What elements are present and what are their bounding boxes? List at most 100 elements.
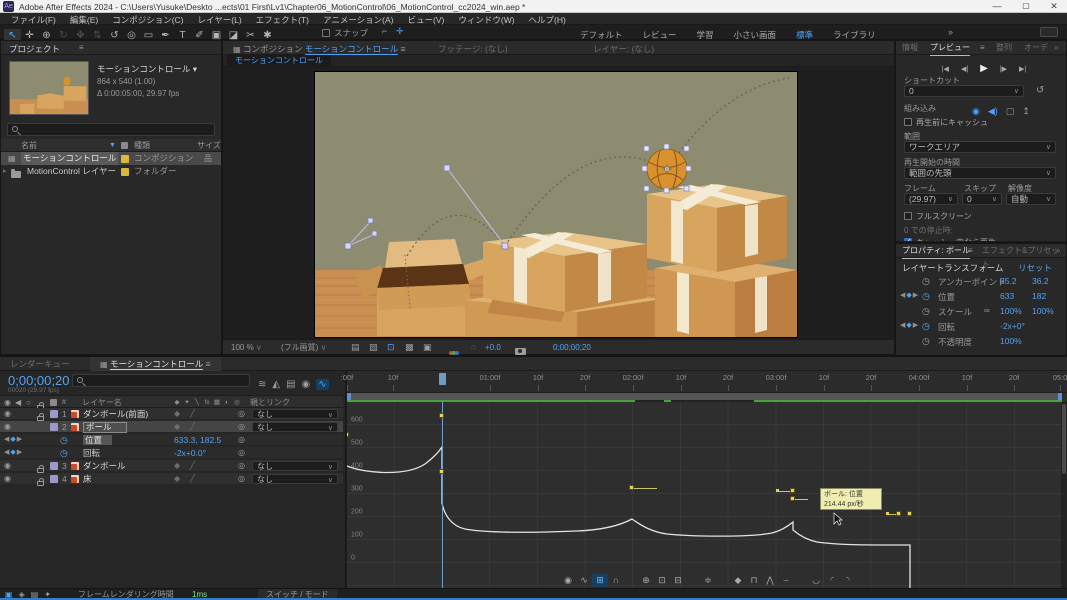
preview-panel-menu-icon[interactable]: ≡ xyxy=(980,41,985,55)
column-size[interactable]: サイズ xyxy=(197,139,221,152)
render-queue-tab[interactable]: レンダーキュー xyxy=(10,357,70,371)
close-button[interactable]: ✕ xyxy=(1042,1,1066,12)
eye-icon[interactable]: ◉ xyxy=(4,408,11,420)
separate-dimensions-icon[interactable]: ≑ xyxy=(700,574,716,587)
keyframe[interactable] xyxy=(790,496,795,501)
fullscreen-checkbox[interactable]: フルスクリーン xyxy=(904,211,972,222)
label-chip[interactable] xyxy=(50,475,58,483)
snap-checkbox[interactable]: スナップ xyxy=(322,27,368,39)
panel-menu-icon[interactable]: ≡ xyxy=(401,44,406,54)
work-area-end-handle[interactable] xyxy=(1058,393,1062,400)
pick-whip-icon[interactable]: ◎ xyxy=(238,460,245,472)
cache-before-checkbox[interactable]: 再生前にキャッシュ xyxy=(904,117,988,128)
playhead-grip[interactable] xyxy=(439,373,446,385)
keyframe-nav[interactable]: ◀◆▶ xyxy=(4,447,23,459)
tab-overflow-icon[interactable]: » xyxy=(1056,244,1060,258)
layer-name[interactable]: 床 xyxy=(83,473,92,485)
fit-all-graphs-icon[interactable]: ⊟ xyxy=(670,574,686,587)
auto-zoom-graph-icon[interactable]: ⊕ xyxy=(638,574,654,587)
properties-tab[interactable]: プロパティ: ボール xyxy=(902,244,970,259)
keyframe-handle-line[interactable] xyxy=(793,499,808,500)
work-area-bar[interactable] xyxy=(347,393,1062,400)
stopwatch-icon[interactable]: ◷ xyxy=(922,336,930,347)
fx-switch-icon[interactable]: ╱ xyxy=(190,421,195,433)
stopwatch-icon[interactable]: ◷ xyxy=(922,276,930,287)
layer-name[interactable]: ボール xyxy=(83,422,127,433)
properties-menu-icon[interactable]: ≡ xyxy=(968,244,973,258)
view-layout-icon[interactable]: ▣ xyxy=(423,340,432,355)
search-workspace-icon[interactable] xyxy=(1040,27,1058,37)
pick-whip-icon[interactable]: ◎ xyxy=(238,447,245,459)
keyframe-handle-point[interactable] xyxy=(886,512,889,515)
layer-name[interactable]: ダンボール xyxy=(83,460,126,472)
choose-graph-properties-icon[interactable]: ◉ xyxy=(560,574,576,587)
property-name[interactable]: 回転 xyxy=(83,447,100,459)
footage-tab[interactable]: フッテージ: (なし) xyxy=(438,43,508,55)
fx-switch-icon[interactable]: ╱ xyxy=(190,408,195,420)
align-tab[interactable]: 整列 xyxy=(996,41,1012,55)
label-column-icon[interactable] xyxy=(121,142,128,149)
go-to-end-button[interactable]: ▶| xyxy=(1019,65,1026,73)
stopwatch-icon[interactable]: ◷ xyxy=(922,306,930,317)
position-property-row[interactable]: ◀◆▶ ◷ 位置 633.3, 182.5 ◎ xyxy=(0,434,343,446)
timeline-comp-tab[interactable]: ▦ モーションコントロール ≡ xyxy=(90,357,221,371)
go-to-start-button[interactable]: |◀ xyxy=(942,65,949,73)
keyframe[interactable] xyxy=(629,485,634,490)
layer-row-2-selected[interactable]: ◉ 2 ボール ◆ ╱ ◎ なし∨ xyxy=(0,421,343,433)
property-value[interactable]: 633.3, 182.5 xyxy=(174,434,221,446)
info-tab[interactable]: 情報 xyxy=(902,41,918,55)
easy-ease-icon[interactable]: ◡ xyxy=(808,574,824,587)
draft-3d-icon[interactable]: ◭ xyxy=(272,379,280,390)
keyframe[interactable] xyxy=(907,511,912,516)
snap-checkbox-box[interactable] xyxy=(322,29,330,37)
link-scale-icon[interactable]: ∞ xyxy=(984,306,990,315)
easy-ease-out-icon[interactable]: ◝ xyxy=(840,574,856,587)
quality-switch-icon[interactable]: ◆ xyxy=(174,473,180,485)
resolution-select[interactable]: (フル画質) ∨ xyxy=(281,340,326,355)
project-panel-menu-icon[interactable]: ≡ xyxy=(79,43,84,52)
keyframe[interactable] xyxy=(896,511,901,516)
keyframe-handle-line[interactable] xyxy=(632,488,657,489)
convert-hold-icon[interactable]: ⊓ xyxy=(746,574,762,587)
fx-switch-icon[interactable]: ╱ xyxy=(190,473,195,485)
property-value[interactable]: 100% xyxy=(1000,336,1022,346)
keyframe[interactable] xyxy=(439,469,444,474)
property-name[interactable]: 位置 xyxy=(83,435,112,445)
pick-whip-icon[interactable]: ◎ xyxy=(238,408,245,420)
convert-linear-icon[interactable]: ⋀ xyxy=(762,574,778,587)
show-transform-box-icon[interactable]: ⊞ xyxy=(592,574,608,587)
timeline-search-input[interactable] xyxy=(72,374,250,387)
sort-arrow-icon[interactable]: ▼ xyxy=(109,139,116,152)
audio-include-icon[interactable]: ◀) xyxy=(988,106,998,117)
reset-shortcut-icon[interactable]: ↺ xyxy=(1036,85,1044,96)
layer-row-3[interactable]: ◉ 3 ダンボール ◆ ╱ ◎ なし∨ xyxy=(0,460,343,472)
label-chip[interactable] xyxy=(50,423,58,431)
project-search-input[interactable] xyxy=(7,123,215,136)
frame-back-button[interactable]: ◀| xyxy=(961,65,968,73)
tab-menu-icon[interactable]: ≡ xyxy=(206,359,211,369)
property-value[interactable]: -2x+0.0° xyxy=(174,447,206,459)
work-area-start-handle[interactable] xyxy=(347,393,351,400)
project-tab[interactable]: プロジェクト xyxy=(9,43,60,55)
graph-editor[interactable]: 6005004003002001000 ボール: 位置 214.44 px/秒 xyxy=(347,402,1067,590)
project-row-composition[interactable]: ▦ モーションコントロール コンポジション 品 xyxy=(1,152,221,165)
layer-row-4[interactable]: ◉ 4 床 ◆ ╱ ◎ なし∨ xyxy=(0,473,343,485)
property-value[interactable]: 35.2 xyxy=(1000,276,1017,286)
resolution-select[interactable]: 自動∨ xyxy=(1006,193,1056,205)
layer-row-1[interactable]: ◉ 1 ダンボール(前面) ◆ ╱ ◎ なし∨ xyxy=(0,408,343,420)
audio-tab[interactable]: オーデ xyxy=(1024,41,1048,55)
eye-icon[interactable]: ◉ xyxy=(4,421,11,433)
property-value[interactable]: 182 xyxy=(1032,291,1046,301)
stopwatch-icon[interactable]: ◷ xyxy=(922,291,930,302)
project-comp-name[interactable]: モーションコントロール ▾ xyxy=(97,63,197,75)
property-value[interactable]: 36.2 xyxy=(1032,276,1049,286)
snap-target-icon[interactable]: ✛ xyxy=(396,26,404,37)
graph-editor-icon[interactable]: ∿ xyxy=(316,379,328,390)
workspace-overflow-button[interactable]: » xyxy=(948,27,953,37)
keyframe-nav[interactable]: ◀◆▶ xyxy=(900,321,919,329)
reset-button[interactable]: リセット xyxy=(1018,262,1052,274)
convert-bezier-icon[interactable]: ⌣ xyxy=(778,574,794,587)
range-select[interactable]: ワークエリア∨ xyxy=(904,141,1056,153)
graph-scrollbar[interactable] xyxy=(1061,402,1067,590)
framerate-select[interactable]: (29.97)∨ xyxy=(904,193,958,205)
